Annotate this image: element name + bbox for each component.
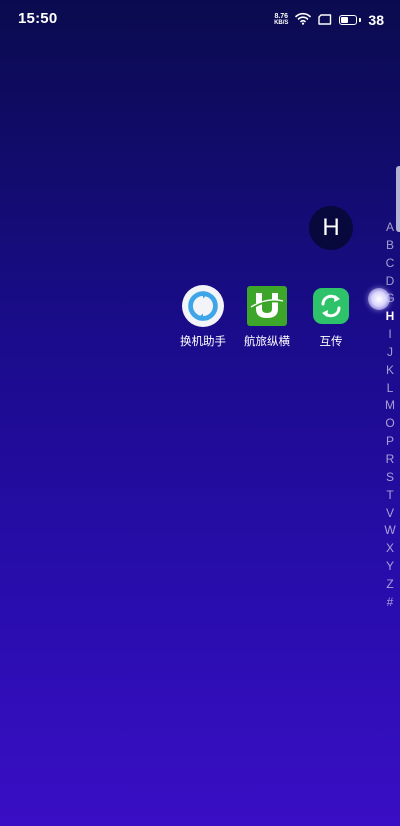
index-scroll-thumb[interactable] xyxy=(368,288,390,310)
index-letter[interactable]: P xyxy=(386,433,394,451)
index-letter[interactable]: S xyxy=(386,469,394,487)
index-letter[interactable]: Y xyxy=(386,558,394,576)
index-letter[interactable]: X xyxy=(386,540,394,558)
index-letter[interactable]: D xyxy=(386,273,395,291)
index-letter[interactable]: K xyxy=(386,362,394,380)
app-phone-clone[interactable]: 换机助手 xyxy=(172,285,234,349)
index-letter[interactable]: A xyxy=(386,219,394,237)
index-letter[interactable]: R xyxy=(386,451,395,469)
current-letter-bubble: H xyxy=(309,206,353,250)
app-umetrip[interactable]: 航旅纵横 xyxy=(236,285,298,349)
index-letter[interactable]: H xyxy=(386,308,395,326)
phone-clone-icon[interactable] xyxy=(182,285,224,327)
index-letter[interactable]: M xyxy=(385,397,395,415)
app-label: 航旅纵横 xyxy=(244,334,290,348)
network-speed-value: 8.76 xyxy=(274,12,289,20)
index-letter[interactable]: T xyxy=(386,487,393,505)
index-letter[interactable]: # xyxy=(387,594,394,612)
status-time: 15:50 xyxy=(18,10,58,27)
wifi-icon xyxy=(295,10,312,29)
status-bar: 15:50 8.76 KB/S 38 xyxy=(0,0,400,40)
index-letter[interactable]: Z xyxy=(386,576,393,594)
index-letter[interactable]: C xyxy=(386,255,395,273)
index-letter[interactable]: B xyxy=(386,237,394,255)
network-speed-unit: KB/S xyxy=(274,19,289,26)
transfer-icon[interactable] xyxy=(310,285,352,327)
index-letter[interactable]: J xyxy=(387,344,393,362)
network-speed: 8.76 KB/S xyxy=(274,13,288,27)
edge-handle[interactable] xyxy=(396,166,400,232)
status-indicators: 8.76 KB/S 38 xyxy=(274,10,384,29)
index-letter[interactable]: I xyxy=(388,326,391,344)
index-letter[interactable]: W xyxy=(384,522,395,540)
umetrip-icon[interactable] xyxy=(246,285,288,327)
index-letter[interactable]: O xyxy=(385,415,394,433)
sim-icon xyxy=(318,10,332,29)
alphabet-index[interactable]: A B C D G H I J K L M O P R S T V W X Y Z # xyxy=(380,219,400,612)
battery-icon xyxy=(339,14,362,25)
app-label: 换机助手 xyxy=(180,334,226,348)
battery-level: 38 xyxy=(368,11,384,28)
app-label: 互传 xyxy=(319,334,343,348)
index-letter[interactable]: V xyxy=(386,505,394,523)
index-letter[interactable]: L xyxy=(387,380,394,398)
app-transfer[interactable]: 互传 xyxy=(300,285,362,349)
